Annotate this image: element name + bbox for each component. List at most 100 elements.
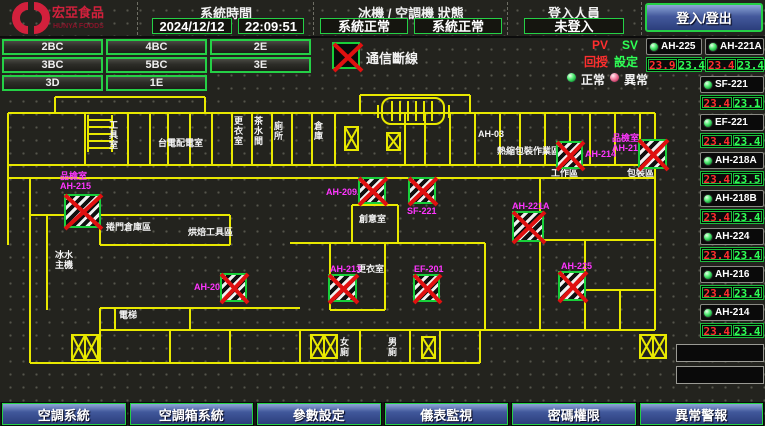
header-divider: [507, 2, 508, 35]
nav-button-1[interactable]: 空調箱系統: [130, 403, 254, 425]
unit-tile-ah-218b[interactable]: AH-218B: [700, 190, 764, 207]
system-date-value: 2024/12/12: [152, 18, 232, 34]
floor-button-5bc[interactable]: 5BC: [106, 57, 207, 73]
header-divider: [313, 2, 314, 35]
login-user-value: 未登入: [524, 18, 624, 34]
comm-fail-label: 通信斷線: [366, 48, 418, 67]
room-label: 廁所: [273, 121, 283, 141]
fan-unit-icon[interactable]: [408, 177, 436, 204]
room-label: 電梯: [119, 310, 137, 320]
unit-values-ah-225: 23.923.4: [646, 57, 702, 72]
unit-tile-ah-221a[interactable]: AH-221A: [705, 38, 764, 55]
unit-values-ah-224: 23.423.4: [700, 247, 764, 262]
fan-unit-icon[interactable]: [220, 273, 247, 302]
ahu-status-value: 系統正常: [414, 18, 502, 34]
normal-led-icon: [566, 72, 577, 83]
unit-tile-ah-216[interactable]: AH-216: [700, 266, 764, 283]
unit-values-sf-221: 23.423.1: [700, 95, 764, 110]
unit-tile-ef-221[interactable]: EF-221: [700, 114, 764, 131]
unit-name: AH-214: [715, 307, 749, 318]
fan-unit-icon[interactable]: [64, 194, 101, 228]
nav-button-0[interactable]: 空調系統: [2, 403, 126, 425]
sv-value: 23.4: [733, 211, 763, 222]
floor-button-3e[interactable]: 3E: [210, 57, 311, 73]
floor-selector-grid: 2BC4BC2E 3BC5BC3E 3D1E: [2, 39, 311, 91]
unit-name: SF-221: [715, 79, 748, 90]
floor-button-3d[interactable]: 3D: [2, 75, 103, 91]
nav-button-4[interactable]: 密碼權限: [512, 403, 636, 425]
unit-led-icon: [703, 308, 713, 318]
room-label: 男廁: [387, 337, 397, 357]
unit-name: AH-218A: [715, 155, 757, 166]
sv-value: 23.4: [733, 325, 763, 336]
brand-name: 宏亞食品: [52, 5, 104, 20]
unit-name: AH-224: [715, 231, 749, 242]
nav-button-3[interactable]: 儀表監視: [385, 403, 509, 425]
unit-tile-ah-224[interactable]: AH-224: [700, 228, 764, 245]
unit-led-icon: [703, 156, 713, 166]
nav-button-2[interactable]: 參數設定: [257, 403, 381, 425]
unit-name: EF-221: [715, 117, 748, 128]
pv-value: 23.4: [707, 59, 736, 70]
floor-button-4bc[interactable]: 4BC: [106, 39, 207, 55]
abnormal-led-icon: [609, 72, 620, 83]
fan-unit-icon[interactable]: [358, 177, 386, 204]
unit-led-icon: [703, 194, 713, 204]
fan-unit-icon[interactable]: [512, 211, 544, 242]
sv-value: 23.4: [733, 287, 763, 298]
pv-value: 23.4: [702, 211, 732, 222]
fan-unit-icon[interactable]: [558, 271, 586, 301]
nav-button-5[interactable]: 異常警報: [640, 403, 764, 425]
room-label: 更衣室: [233, 116, 243, 146]
unit-values-ah-216: 23.423.4: [700, 285, 764, 300]
room-label: 冰水 主機: [55, 250, 73, 270]
unit-values-ah-218b: 23.423.4: [700, 209, 764, 224]
floor-button-3bc[interactable]: 3BC: [2, 57, 103, 73]
pv-desc-label: 回授: [584, 53, 608, 70]
header-divider: [137, 2, 138, 35]
unit-tile-ah-218a[interactable]: AH-218A: [700, 152, 764, 169]
pv-value: 23.4: [702, 249, 732, 260]
fan-unit-icon[interactable]: [638, 139, 667, 169]
pv-value: 23.4: [702, 97, 732, 108]
company-logo: 宏亞食品 HUNYA FOODS: [4, 1, 134, 35]
sv-value: 23.4: [737, 59, 765, 70]
fan-unit-icon[interactable]: [556, 141, 583, 169]
unit-tile-ah-225[interactable]: AH-225: [646, 38, 702, 55]
header-divider: [641, 2, 642, 35]
fan-unit-icon[interactable]: [413, 274, 440, 302]
room-label: 茶水間: [253, 116, 263, 146]
sv-desc-label: 設定: [614, 53, 638, 70]
pv-value: 23.4: [702, 173, 732, 184]
unit-led-icon: [703, 118, 713, 128]
unit-name: AH-218B: [715, 193, 757, 204]
unit-tile-sf-221[interactable]: SF-221: [700, 76, 764, 93]
room-label: AH-03: [478, 129, 504, 139]
sv-value: 23.5: [733, 173, 763, 184]
room-label: 台電配電室: [158, 138, 203, 148]
floor-button-2bc[interactable]: 2BC: [2, 39, 103, 55]
unit-values-ah-214: 23.423.4: [700, 323, 764, 338]
normal-label: 正常: [581, 71, 605, 88]
room-label: 烘焙工具區: [188, 227, 233, 237]
unit-tile-ah-214[interactable]: AH-214: [700, 304, 764, 321]
unit-values-ah-221a: 23.423.4: [705, 57, 764, 72]
pv-value: 23.4: [702, 325, 732, 336]
sv-value: 23.4: [733, 249, 763, 260]
unit-plan-label: 品檢室 AH-215: [60, 171, 91, 191]
login-logout-button[interactable]: 登入/登出: [645, 3, 763, 32]
system-clock-value: 22:09:51: [238, 18, 304, 34]
unit-name: AH-221A: [720, 41, 762, 52]
unit-name: AH-216: [715, 269, 749, 280]
room-label: 熱縮包裝作業區: [497, 146, 560, 156]
unit-led-icon: [703, 80, 713, 90]
room-label: 女廁: [339, 337, 349, 357]
chiller-status-value: 系統正常: [320, 18, 408, 34]
pv-value: 23.9: [648, 59, 677, 70]
floor-button-1e[interactable]: 1E: [106, 75, 207, 91]
floor-button-2e[interactable]: 2E: [210, 39, 311, 55]
fan-unit-icon[interactable]: [328, 274, 357, 302]
sv-value: 23.4: [678, 59, 707, 70]
comm-fail-icon: [332, 42, 360, 69]
unit-values-ah-218a: 23.423.5: [700, 171, 764, 186]
